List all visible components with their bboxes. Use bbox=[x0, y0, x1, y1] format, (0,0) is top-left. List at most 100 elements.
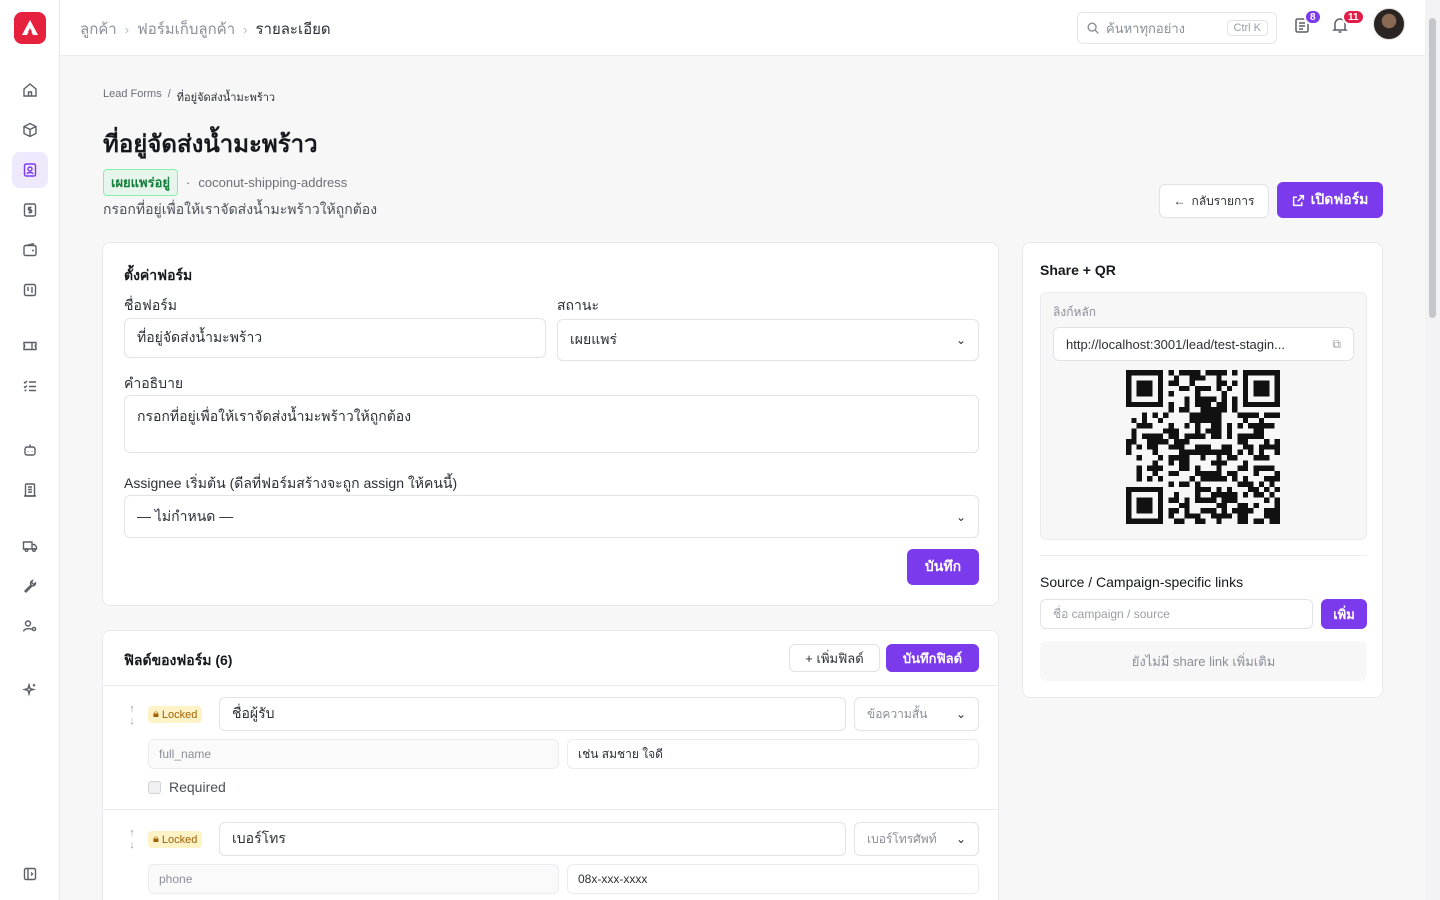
field-placeholder-input[interactable]: 08x-xxx-xxxx bbox=[567, 864, 979, 894]
sidebar bbox=[0, 0, 60, 900]
description-textarea[interactable]: กรอกที่อยู่เพื่อให้เราจัดส่งน้ำมะพร้าวให… bbox=[124, 395, 979, 453]
campaign-input[interactable]: ชื่อ campaign / source bbox=[1040, 599, 1313, 629]
qr-module bbox=[1173, 380, 1180, 386]
home-icon[interactable] bbox=[12, 72, 48, 108]
qr-module bbox=[1253, 391, 1259, 397]
notifications-button[interactable]: 11 bbox=[1332, 9, 1365, 38]
user-settings-icon[interactable] bbox=[12, 608, 48, 644]
field-label-input[interactable]: เบอร์โทร bbox=[219, 822, 846, 856]
collapse-sidebar-icon[interactable] bbox=[12, 856, 48, 892]
field-type-select[interactable]: เบอร์โทรศัพท์ ⌄ bbox=[854, 822, 979, 856]
qr-module bbox=[1253, 385, 1259, 392]
qr-module bbox=[1274, 391, 1280, 397]
breadcrumb-lead-forms[interactable]: Lead Forms bbox=[103, 88, 162, 106]
qr-code bbox=[1126, 370, 1280, 524]
assignee-select[interactable]: — ไม่กำหนด — ⌄ bbox=[124, 495, 979, 538]
status-label: สถานะ bbox=[557, 297, 599, 313]
qr-module bbox=[1147, 439, 1153, 445]
field-key-input[interactable]: phone bbox=[148, 864, 559, 894]
tasks-button[interactable]: 8 bbox=[1294, 9, 1322, 38]
field-type-select[interactable]: ข้อความสั้น ⌄ bbox=[854, 697, 979, 731]
page-scrollbar[interactable] bbox=[1425, 0, 1440, 900]
copy-icon[interactable]: ⧉ bbox=[1332, 337, 1341, 352]
qr-module bbox=[1226, 513, 1233, 519]
qr-module bbox=[1136, 370, 1142, 376]
qr-module bbox=[1184, 449, 1190, 455]
qr-module bbox=[1184, 407, 1190, 413]
qr-module bbox=[1242, 476, 1249, 482]
ticket-icon[interactable] bbox=[12, 328, 48, 364]
qr-module bbox=[1136, 497, 1142, 503]
wrench-icon[interactable] bbox=[12, 568, 48, 604]
dollar-icon[interactable] bbox=[12, 192, 48, 228]
qr-module bbox=[1157, 513, 1164, 519]
reorder-arrows-icon[interactable]: ↑ ↓ bbox=[126, 703, 138, 727]
field-label-input[interactable]: ชื่อผู้รับ bbox=[219, 697, 846, 731]
qr-module bbox=[1221, 497, 1227, 503]
crumb-lead-forms[interactable]: ฟอร์มเก็บลูกค้า bbox=[137, 17, 235, 41]
qr-module bbox=[1136, 385, 1142, 392]
qr-module bbox=[1253, 492, 1259, 498]
qr-module bbox=[1136, 391, 1142, 397]
divider bbox=[103, 809, 998, 810]
save-settings-button[interactable]: บันทึก bbox=[907, 549, 979, 585]
kanban-icon[interactable] bbox=[12, 272, 48, 308]
save-fields-button[interactable]: บันทึกฟิลด์ bbox=[886, 644, 979, 672]
qr-module bbox=[1126, 513, 1132, 519]
qr-module bbox=[1152, 449, 1158, 455]
reorder-arrows-icon[interactable]: ↑ ↓ bbox=[126, 827, 138, 851]
qr-module bbox=[1205, 508, 1211, 514]
building-icon[interactable] bbox=[12, 472, 48, 508]
app-logo[interactable] bbox=[14, 12, 46, 44]
avatar[interactable] bbox=[1373, 8, 1405, 40]
qr-module bbox=[1205, 412, 1211, 418]
fields-card: ฟิลด์ของฟอร์ม (6) + เพิ่มฟิลด์ บันทึกฟิล… bbox=[102, 630, 999, 900]
qr-module bbox=[1157, 518, 1164, 524]
status-select[interactable]: เผยแพร่ ⌄ bbox=[557, 319, 979, 361]
qr-module bbox=[1221, 370, 1227, 376]
sparkles-icon[interactable] bbox=[12, 672, 48, 708]
qr-module bbox=[1221, 513, 1227, 519]
qr-module bbox=[1168, 407, 1174, 413]
form-name-input[interactable]: ที่อยู่จัดส่งน้ำมะพร้าว bbox=[124, 318, 546, 358]
add-campaign-button[interactable]: เพิ่ม bbox=[1321, 599, 1367, 629]
add-field-button[interactable]: + เพิ่มฟิลด์ bbox=[789, 644, 880, 672]
global-search[interactable]: ค้นหาทุกอย่าง Ctrl K bbox=[1077, 12, 1277, 44]
qr-module bbox=[1163, 412, 1169, 418]
qr-module bbox=[1258, 423, 1265, 429]
list-check-icon[interactable] bbox=[12, 368, 48, 404]
qr-module bbox=[1179, 481, 1185, 487]
field-key-input[interactable]: full_name bbox=[148, 739, 559, 769]
field-placeholder-input[interactable]: เช่น สมชาย ใจดี bbox=[567, 739, 979, 769]
truck-icon[interactable] bbox=[12, 528, 48, 564]
main-link-input[interactable]: http://localhost:3001/lead/test-stagin..… bbox=[1053, 327, 1354, 361]
qr-module bbox=[1200, 454, 1206, 461]
qr-module bbox=[1157, 370, 1164, 376]
scrollbar-thumb[interactable] bbox=[1429, 18, 1436, 318]
box-icon[interactable] bbox=[12, 112, 48, 148]
breadcrumb: Lead Forms / ที่อยู่จัดส่งน้ำมะพร้าว bbox=[103, 88, 275, 106]
checkbox-box[interactable] bbox=[148, 780, 161, 794]
qr-module bbox=[1136, 454, 1142, 461]
qr-module bbox=[1258, 465, 1265, 471]
crumb-customers[interactable]: ลูกค้า bbox=[80, 17, 117, 41]
robot-icon[interactable] bbox=[12, 432, 48, 468]
qr-module bbox=[1226, 492, 1233, 498]
share-links-empty: ยังไม่มี share link เพิ่มเติม bbox=[1040, 641, 1367, 681]
qr-module bbox=[1253, 486, 1259, 493]
required-checkbox[interactable]: Required bbox=[148, 779, 226, 795]
qr-module bbox=[1232, 492, 1238, 498]
qr-module bbox=[1264, 465, 1270, 471]
field-key-value: full_name bbox=[159, 747, 212, 761]
back-label: กลับรายการ bbox=[1191, 193, 1255, 208]
wallet-icon[interactable] bbox=[12, 232, 48, 268]
back-to-list-button[interactable]: ← กลับรายการ bbox=[1159, 184, 1269, 218]
qr-module bbox=[1195, 481, 1201, 487]
qr-module bbox=[1136, 486, 1142, 493]
qr-module bbox=[1189, 433, 1196, 440]
contacts-icon[interactable] bbox=[12, 152, 48, 188]
description-label: คำอธิบาย bbox=[124, 375, 184, 391]
open-form-button[interactable]: เปิดฟอร์ม bbox=[1277, 182, 1383, 218]
qr-module bbox=[1216, 465, 1222, 471]
qr-module bbox=[1168, 481, 1174, 487]
